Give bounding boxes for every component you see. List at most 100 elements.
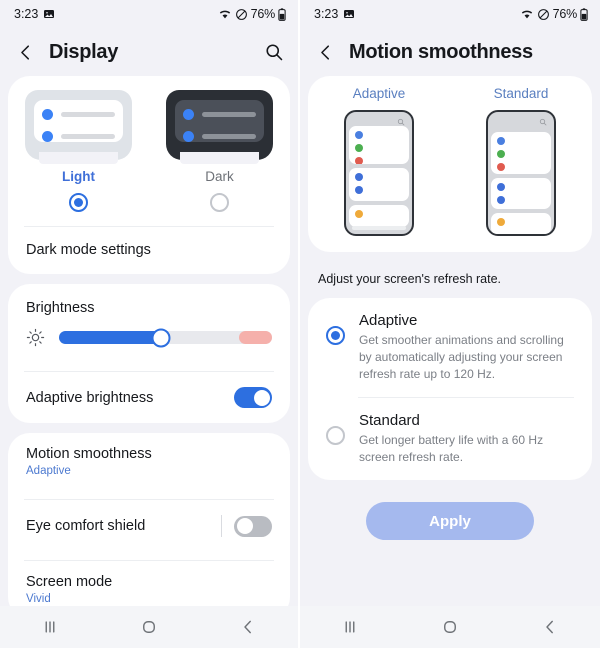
dual-screenshot: 3:23 76% Display Light Dark Dark mode se…: [0, 0, 600, 648]
back-icon: [244, 620, 252, 634]
page-title: Motion smoothness: [349, 40, 533, 63]
apply-button[interactable]: Apply: [366, 502, 534, 541]
recents-icon: [345, 621, 355, 633]
chevron-left-icon: [321, 44, 330, 60]
nav-bar: [300, 606, 600, 648]
standard-radio[interactable]: [326, 426, 345, 446]
light-theme-label: Light: [62, 169, 95, 184]
mock-card: [349, 168, 409, 201]
status-bar: 3:23 76%: [0, 0, 298, 28]
light-theme-radio[interactable]: [69, 193, 88, 212]
brightness-knob[interactable]: [151, 328, 171, 347]
back-nav-button[interactable]: [220, 610, 276, 644]
theme-card: Light Dark Dark mode settings: [8, 76, 290, 274]
adaptive-brightness-row[interactable]: Adaptive brightness: [8, 372, 290, 423]
mock-card: [491, 178, 551, 209]
option-standard[interactable]: Standard Get longer battery life with a …: [308, 398, 592, 480]
eye-comfort-shield-toggle[interactable]: [234, 515, 272, 537]
mock-dot: [497, 218, 505, 226]
home-button[interactable]: [121, 610, 177, 644]
option-adaptive[interactable]: Adaptive Get smoother animations and scr…: [308, 298, 592, 397]
dark-mode-settings-row[interactable]: Dark mode settings: [8, 227, 290, 274]
display-settings-card: Motion smoothness Adaptive Eye comfort s…: [8, 433, 290, 606]
screen-mode-label: Screen mode: [26, 574, 113, 590]
preview-row: Adaptive Standard: [308, 86, 592, 236]
standard-option-title: Standard: [359, 412, 420, 430]
search-button[interactable]: [264, 42, 284, 62]
battery-percent: 76%: [250, 7, 276, 21]
back-button[interactable]: [316, 43, 335, 62]
status-bar-left: 3:23: [314, 7, 355, 21]
recents-button[interactable]: [22, 610, 78, 644]
battery-percent: 76%: [552, 7, 578, 21]
preview-dot: [42, 131, 53, 142]
eye-comfort-shield-label: Eye comfort shield: [26, 518, 146, 534]
adaptive-option-description: Get smoother animations and scrolling by…: [359, 333, 564, 382]
back-button[interactable]: [16, 43, 35, 62]
preview-dot: [183, 109, 194, 120]
status-time: 3:23: [14, 7, 39, 21]
display-scroll: Light Dark Dark mode settings Brightness…: [0, 76, 298, 606]
refresh-rate-options-card: Adaptive Get smoother animations and scr…: [308, 298, 592, 481]
adaptive-brightness-toggle[interactable]: [234, 387, 272, 408]
display-header: Display: [0, 28, 298, 76]
mock-dot: [497, 183, 505, 191]
mock-card: [349, 205, 409, 227]
back-icon: [546, 620, 553, 634]
mute-icon: [537, 8, 549, 20]
mock-dot: [497, 150, 505, 158]
adaptive-phone-mockup: [344, 110, 414, 236]
preview-card: Adaptive Standard: [308, 76, 592, 252]
motion-smoothness-value: Adaptive: [26, 465, 71, 477]
mock-dot: [355, 131, 363, 139]
eye-comfort-shield-row[interactable]: Eye comfort shield: [8, 500, 290, 552]
preview-adaptive-label: Adaptive: [352, 86, 406, 101]
brightness-slider-row: [8, 316, 290, 363]
mock-dot: [355, 144, 363, 152]
display-screen: 3:23 76% Display Light Dark Dark mode se…: [0, 0, 300, 648]
brightness-slider[interactable]: [59, 328, 272, 347]
home-button[interactable]: [422, 610, 478, 644]
theme-option-dark[interactable]: Dark: [149, 90, 290, 212]
mock-dot: [497, 196, 505, 204]
home-icon: [444, 621, 456, 633]
mock-dot: [355, 210, 363, 218]
preview-standard-label: Standard: [493, 86, 549, 101]
search-icon: [266, 44, 283, 61]
standard-option-description: Get longer battery life with a 60 Hz scr…: [359, 433, 544, 465]
chevron-left-icon: [21, 44, 30, 60]
page-title: Display: [49, 40, 119, 63]
adaptive-brightness-label: Adaptive brightness: [26, 389, 154, 406]
refresh-rate-hint: Adjust your screen's refresh rate.: [318, 272, 502, 286]
adaptive-option-title: Adaptive: [359, 312, 418, 329]
preview-standard[interactable]: Standard: [450, 86, 592, 236]
recents-button[interactable]: [322, 610, 378, 644]
preview-adaptive[interactable]: Adaptive: [308, 86, 450, 236]
status-bar-right: 76%: [520, 7, 588, 21]
battery-icon: [580, 7, 588, 21]
preview-dot: [42, 109, 53, 120]
apply-row: Apply: [300, 480, 600, 541]
screen-mode-row[interactable]: Screen mode Vivid: [8, 561, 290, 606]
image-icon: [44, 10, 55, 18]
dark-theme-label: Dark: [205, 169, 234, 184]
motion-smoothness-screen: 3:23 76% Motion smoothness Adaptive Stan…: [300, 0, 600, 648]
brightness-fill: [59, 331, 162, 344]
mock-scroll-indicator: [352, 226, 406, 230]
motion-smoothness-label: Motion smoothness: [26, 446, 152, 462]
mock-card: [491, 132, 551, 174]
nav-bar: [0, 606, 298, 648]
dark-theme-preview: [166, 90, 273, 164]
brightness-warn-zone: [239, 331, 272, 344]
back-nav-button[interactable]: [522, 610, 578, 644]
mock-dot: [355, 173, 363, 181]
dark-theme-radio[interactable]: [210, 193, 229, 212]
search-icon: [397, 118, 405, 125]
mock-dot: [497, 137, 505, 145]
status-time: 3:23: [314, 7, 339, 21]
status-bar-right: 76%: [218, 7, 286, 21]
motion-smoothness-row[interactable]: Motion smoothness Adaptive: [8, 433, 290, 491]
brightness-label: Brightness: [26, 300, 95, 316]
theme-option-light[interactable]: Light: [8, 90, 149, 212]
adaptive-radio[interactable]: [326, 326, 345, 345]
